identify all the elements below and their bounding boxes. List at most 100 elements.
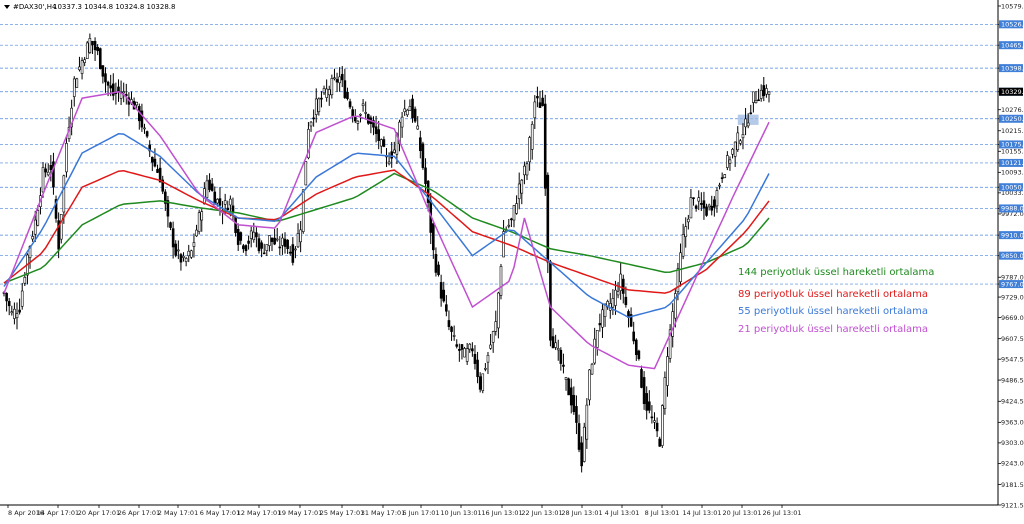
candle-body bbox=[460, 344, 464, 350]
price-level-label: 10050.0 bbox=[1001, 184, 1024, 192]
candle-body bbox=[611, 298, 615, 308]
candle-body bbox=[96, 46, 99, 52]
candle-body bbox=[733, 141, 737, 157]
candle-body bbox=[13, 308, 16, 319]
price-level-label: 10250.0 bbox=[1001, 115, 1024, 123]
candle-body bbox=[502, 231, 505, 258]
candle-body bbox=[179, 254, 183, 263]
x-tick-label: 12 May 17:01 bbox=[237, 509, 282, 517]
candle-body bbox=[208, 179, 211, 190]
candle-body bbox=[101, 65, 105, 77]
candle-body bbox=[434, 254, 438, 273]
candle-body bbox=[359, 113, 362, 116]
candle-body bbox=[515, 203, 518, 214]
legend: 144 periyotluk üssel hareketli ortalama … bbox=[738, 267, 934, 335]
candle-body bbox=[320, 97, 323, 100]
candle-body bbox=[236, 229, 240, 245]
candle-body bbox=[655, 422, 659, 432]
candle-body bbox=[621, 278, 625, 294]
candle-body bbox=[447, 320, 451, 327]
price-level-label: 9850.0 bbox=[1001, 252, 1024, 260]
y-tick-label: 9669.0 bbox=[1001, 314, 1024, 322]
y-tick-label: 9243.0 bbox=[1001, 460, 1024, 468]
candle-body bbox=[536, 96, 539, 99]
candle-body bbox=[83, 59, 86, 63]
candle-body bbox=[242, 245, 245, 250]
candle-body bbox=[281, 237, 284, 246]
candle-body bbox=[184, 258, 188, 262]
chart-canvas[interactable]: 10579.5 10526.0 10465.0 10398.0 10329.0 10276… bbox=[0, 0, 1024, 520]
candle-body bbox=[151, 156, 154, 163]
candle-body bbox=[346, 91, 349, 99]
candle-body bbox=[421, 143, 425, 168]
candle-body bbox=[564, 377, 568, 380]
candle-body bbox=[731, 148, 734, 155]
candle-body bbox=[707, 204, 711, 208]
candle-body bbox=[356, 120, 360, 124]
candle-body bbox=[275, 238, 279, 241]
candle-body bbox=[65, 143, 68, 173]
candle-body bbox=[327, 89, 331, 96]
candle-body bbox=[364, 112, 367, 114]
candle-body bbox=[333, 77, 336, 80]
x-tick-label: 22 Jun 13:01 bbox=[521, 509, 562, 517]
candle-body bbox=[595, 330, 599, 348]
candle-body bbox=[450, 326, 453, 332]
candle-body bbox=[210, 183, 214, 191]
candle-body bbox=[294, 248, 297, 251]
candle-body bbox=[728, 159, 732, 164]
candle-body bbox=[268, 235, 271, 246]
candle-body bbox=[634, 339, 638, 355]
candle-body bbox=[442, 289, 446, 302]
candle-body bbox=[15, 313, 19, 319]
candle-body bbox=[106, 81, 110, 86]
candle-body bbox=[689, 197, 693, 219]
x-tick-label: 31 May 17:01 bbox=[361, 509, 406, 517]
candle-body bbox=[171, 228, 175, 248]
candle-body bbox=[762, 85, 766, 97]
price-level-label: 9767.0 bbox=[1001, 280, 1024, 288]
candle-body bbox=[458, 349, 461, 351]
candle-body bbox=[403, 108, 407, 113]
price-level-label: 10121.0 bbox=[1001, 159, 1024, 167]
candle-body bbox=[476, 359, 479, 378]
candle-body bbox=[330, 78, 334, 96]
candle-body bbox=[528, 137, 531, 163]
legend-ma-89: 89 periyotluk üssel hareketli ortalama bbox=[738, 289, 928, 300]
x-tick-label: 16 Jun 13:01 bbox=[481, 509, 522, 517]
x-tick-label: 6 May 17:01 bbox=[200, 509, 240, 517]
candle-body bbox=[543, 103, 547, 189]
candle-body bbox=[143, 127, 146, 130]
candle-body bbox=[546, 174, 550, 263]
legend-ma-21: 21 periyotluk üssel hareketli ortalama bbox=[738, 324, 928, 335]
candle-body bbox=[653, 420, 656, 423]
price-level-label: 9910.0 bbox=[1001, 231, 1024, 239]
candle-body bbox=[661, 405, 664, 446]
candle-body bbox=[273, 237, 276, 245]
candle-body bbox=[455, 344, 459, 347]
candle-body bbox=[692, 197, 695, 199]
candle-body bbox=[93, 41, 97, 51]
candle-body bbox=[296, 233, 300, 248]
candle-body bbox=[200, 211, 204, 221]
x-tick-label: 6 Jun 17:01 bbox=[402, 509, 439, 517]
candle-body bbox=[85, 42, 89, 60]
candle-body bbox=[44, 168, 47, 173]
price-chart[interactable]: 10579.5 10526.0 10465.0 10398.0 10329.0 10276… bbox=[0, 0, 1024, 520]
candle-body bbox=[567, 378, 570, 396]
y-tick-label: 9121.5 bbox=[1001, 501, 1024, 509]
candle-body bbox=[10, 311, 14, 314]
triangle-down-icon[interactable] bbox=[4, 5, 10, 9]
candle-body bbox=[484, 368, 487, 370]
candle-body bbox=[523, 165, 526, 176]
candle-body bbox=[697, 197, 701, 202]
candle-body bbox=[486, 354, 490, 363]
price-level-label: 10526.0 bbox=[1001, 21, 1024, 29]
candle-body bbox=[741, 134, 745, 139]
candle-body bbox=[718, 184, 721, 187]
x-tick-label: 19 May 17:01 bbox=[278, 509, 323, 517]
candle-body bbox=[286, 239, 289, 249]
candle-body bbox=[616, 291, 620, 296]
candle-body bbox=[265, 244, 269, 251]
candle-body bbox=[36, 210, 40, 226]
